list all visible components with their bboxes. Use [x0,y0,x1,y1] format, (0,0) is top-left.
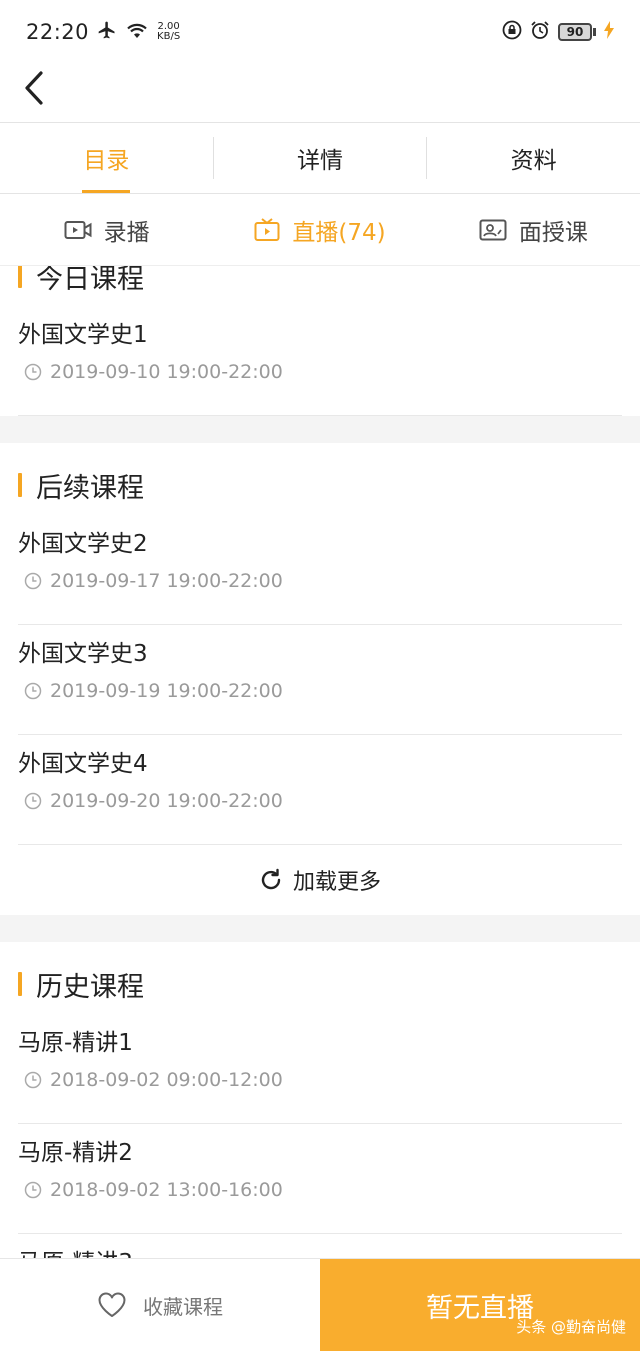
lesson-title: 马原-精讲3 [18,1238,622,1258]
section-marker [18,972,22,996]
lesson-time-text: 2019-09-17 19:00-22:00 [50,570,283,592]
clock-icon [24,572,42,590]
watermark: 头条 @勤奋尚健 [516,1318,626,1336]
no-live-button[interactable]: 暂无直播 [320,1259,640,1351]
lesson-item[interactable]: 外国文学史2 2019-09-17 19:00-22:00 [18,515,622,625]
lesson-time-text: 2018-09-02 13:00-16:00 [50,1179,283,1201]
clock-icon [24,1181,42,1199]
section-header: 今日课程 [18,266,622,306]
battery-level: 90 [558,23,592,41]
subtab-live[interactable]: 直播(74) [213,194,426,265]
lesson-time: 2019-09-17 19:00-22:00 [18,563,622,599]
tab-materials[interactable]: 资料 [427,123,640,193]
section-header: 后续课程 [18,455,622,515]
lock-rotation-icon [502,20,522,45]
heart-icon [98,1292,126,1317]
subtab-in-person[interactable]: 面授课 [427,194,640,265]
favorite-course-button[interactable]: 收藏课程 [0,1259,320,1351]
lesson-time-text: 2019-09-20 19:00-22:00 [50,790,283,812]
airplane-icon [97,20,117,45]
course-list[interactable]: 今日课程 外国文学史1 2019-09-10 19:00-22:00 后续课程 … [0,266,640,1258]
lesson-time: 2019-09-10 19:00-22:00 [18,354,622,390]
clock-icon [24,792,42,810]
face-course-icon [479,219,507,240]
status-left: 22:20 2.00 KB/S [26,20,180,45]
charging-icon [604,20,614,44]
section-gap [0,416,640,443]
section-title: 后续课程 [36,472,144,504]
today-section: 今日课程 外国文学史1 2019-09-10 19:00-22:00 [0,266,640,416]
refresh-icon [261,868,281,890]
subtab-recorded[interactable]: 录播 [0,194,213,265]
subtab-in-person-label: 面授课 [518,219,588,246]
section-title: 历史课程 [36,971,144,1003]
load-more-button[interactable]: 加载更多 [18,845,622,915]
upcoming-section: 后续课程 外国文学史2 2019-09-17 19:00-22:00 外国文学史… [0,443,640,915]
subtab-live-label: 直播(74) [292,219,386,246]
tab-catalog[interactable]: 目录 [0,123,213,193]
history-section: 历史课程 马原-精讲1 2018-09-02 09:00-12:00 马原-精讲… [0,942,640,1258]
lesson-time: 2019-09-19 19:00-22:00 [18,673,622,709]
lesson-title: 外国文学史1 [18,322,148,348]
net-speed: 2.00 KB/S [157,22,180,42]
back-button[interactable] [14,68,54,108]
lesson-item[interactable]: 外国文学史1 2019-09-10 19:00-22:00 [18,306,622,416]
subtab-recorded-label: 录播 [103,219,150,246]
clock-icon [24,363,42,381]
lesson-time: 2018-09-02 13:00-16:00 [18,1172,622,1208]
section-gap [0,915,640,942]
lesson-title: 外国文学史2 [18,531,148,557]
load-more-label: 加载更多 [292,870,381,895]
status-bar: 22:20 2.00 KB/S 90 [0,0,640,64]
lesson-title: 外国文学史4 [18,751,148,777]
lesson-item[interactable]: 马原-精讲1 2018-09-02 09:00-12:00 [18,1014,622,1124]
top-tabs: 目录 详情 资料 [0,122,640,194]
status-time: 22:20 [26,20,90,44]
net-speed-unit: KB/S [157,31,181,42]
wifi-icon [125,20,149,45]
alarm-icon [530,20,550,45]
section-marker [18,473,22,497]
nav-bar [0,64,640,122]
lesson-time-text: 2019-09-19 19:00-22:00 [50,680,283,702]
lesson-time: 2018-09-02 09:00-12:00 [18,1062,622,1098]
lesson-item[interactable]: 外国文学史4 2019-09-20 19:00-22:00 [18,735,622,845]
lesson-title: 马原-精讲1 [18,1030,133,1056]
lesson-item[interactable]: 马原-精讲3 [18,1234,622,1258]
lesson-item[interactable]: 外国文学史3 2019-09-19 19:00-22:00 [18,625,622,735]
section-header: 历史课程 [18,954,622,1014]
lesson-time: 2019-09-20 19:00-22:00 [18,783,622,819]
lesson-title: 外国文学史3 [18,641,148,667]
battery-indicator: 90 [558,23,596,41]
sub-tabs: 录播 直播(74) 面授课 [0,194,640,266]
clock-icon [24,1071,42,1089]
lesson-item[interactable]: 马原-精讲2 2018-09-02 13:00-16:00 [18,1124,622,1234]
section-title: 今日课程 [36,266,144,295]
lesson-time-text: 2019-09-10 19:00-22:00 [50,361,283,383]
clock-icon [24,682,42,700]
lesson-title: 马原-精讲2 [18,1140,133,1166]
video-camera-icon [64,220,92,239]
favorite-label: 收藏课程 [143,1294,223,1319]
tv-play-icon [254,217,280,241]
status-right: 90 [502,20,614,45]
back-arrow-icon [25,71,43,105]
section-marker [18,266,22,288]
tab-details[interactable]: 详情 [214,123,427,193]
lesson-time-text: 2018-09-02 09:00-12:00 [50,1069,283,1091]
bottom-bar: 收藏课程 暂无直播 头条 @勤奋尚健 [0,1258,640,1351]
battery-tip [593,28,596,36]
